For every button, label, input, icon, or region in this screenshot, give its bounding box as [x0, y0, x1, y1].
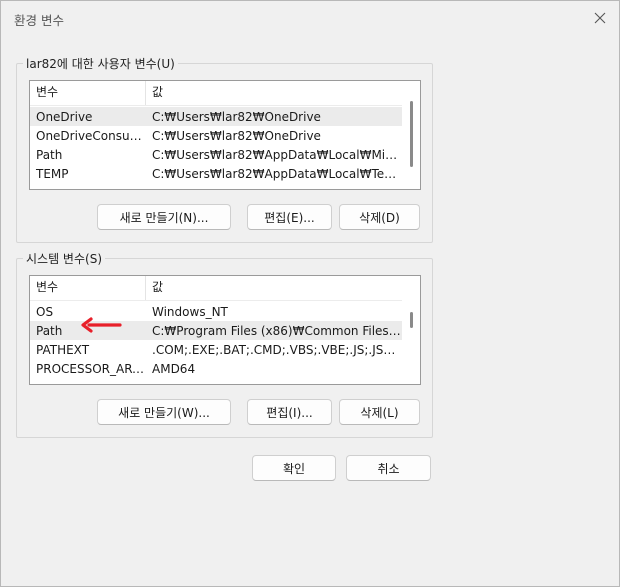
close-button[interactable] — [589, 7, 611, 29]
title-bar[interactable]: 환경 변수 — [1, 1, 619, 35]
variable-name: PROCESSOR_ARC... — [36, 361, 146, 376]
table-row[interactable]: OneDrive C:₩Users₩lar82₩OneDrive — [30, 107, 402, 126]
close-icon — [594, 12, 606, 24]
variable-value: Windows_NT — [152, 304, 228, 319]
variable-value: AMD64 — [152, 361, 196, 376]
system-new-button[interactable]: 새로 만들기(W)... — [97, 399, 231, 425]
variable-name: OneDrive — [36, 109, 93, 124]
list-header: 변수 값 — [30, 276, 402, 301]
variable-value: C:₩Users₩lar82₩OneDrive — [152, 128, 321, 143]
user-delete-button[interactable]: 삭제(D) — [339, 204, 420, 230]
column-header-variable[interactable]: 변수 — [30, 81, 146, 105]
system-variables-group-title: 시스템 변수(S) — [23, 250, 105, 267]
variable-name: OneDriveConsumer — [36, 128, 146, 143]
system-variables-group: 시스템 변수(S) 변수 값 OS Windows_NT Path C:₩Pro… — [16, 250, 433, 438]
variable-value: C:₩Program Files (x86)₩Common Files₩Or..… — [152, 323, 402, 338]
column-header-variable[interactable]: 변수 — [30, 276, 146, 300]
ok-button[interactable]: 확인 — [252, 455, 336, 481]
scrollbar-thumb[interactable] — [410, 101, 413, 167]
annotation-arrow-icon — [81, 317, 122, 333]
table-row[interactable]: Path C:₩Users₩lar82₩AppData₩Local₩Micros… — [30, 145, 402, 164]
column-header-value[interactable]: 값 — [146, 81, 163, 105]
system-edit-button[interactable]: 편집(I)... — [247, 399, 332, 425]
table-row[interactable]: PATHEXT .COM;.EXE;.BAT;.CMD;.VBS;.VBE;.J… — [30, 340, 402, 359]
cancel-button[interactable]: 취소 — [346, 455, 431, 481]
column-header-value[interactable]: 값 — [146, 276, 163, 300]
variable-value: C:₩Users₩lar82₩OneDrive — [152, 109, 321, 124]
variable-value: C:₩Users₩lar82₩AppData₩Local₩Temp — [152, 166, 402, 181]
user-variables-group: lar82에 대한 사용자 변수(U) 변수 값 OneDrive C:₩Use… — [16, 55, 433, 243]
vertical-scrollbar[interactable] — [402, 81, 420, 189]
variable-name: TEMP — [36, 166, 69, 181]
table-row[interactable]: TEMP C:₩Users₩lar82₩AppData₩Local₩Temp — [30, 164, 402, 183]
list-header: 변수 값 — [30, 81, 402, 106]
table-row[interactable]: PROCESSOR_ARC... AMD64 — [30, 359, 402, 378]
user-variables-list[interactable]: 변수 값 OneDrive C:₩Users₩lar82₩OneDrive On… — [29, 80, 421, 190]
dialog-title: 환경 변수 — [14, 13, 64, 28]
environment-variables-dialog: 환경 변수 lar82에 대한 사용자 변수(U) 변수 값 OneDrive … — [0, 0, 620, 587]
variable-name: Path — [36, 147, 63, 162]
user-edit-button[interactable]: 편집(E)... — [247, 204, 332, 230]
variable-name: PATHEXT — [36, 342, 90, 357]
table-row[interactable]: OneDriveConsumer C:₩Users₩lar82₩OneDrive — [30, 126, 402, 145]
variable-value: .COM;.EXE;.BAT;.CMD;.VBS;.VBE;.JS;.JSE;.… — [152, 342, 402, 357]
user-variables-group-title: lar82에 대한 사용자 변수(U) — [23, 55, 178, 72]
system-delete-button[interactable]: 삭제(L) — [339, 399, 420, 425]
variable-value: C:₩Users₩lar82₩AppData₩Local₩Microsof... — [152, 147, 402, 162]
vertical-scrollbar[interactable] — [402, 276, 420, 384]
scrollbar-thumb[interactable] — [410, 312, 413, 328]
user-new-button[interactable]: 새로 만들기(N)... — [97, 204, 231, 230]
